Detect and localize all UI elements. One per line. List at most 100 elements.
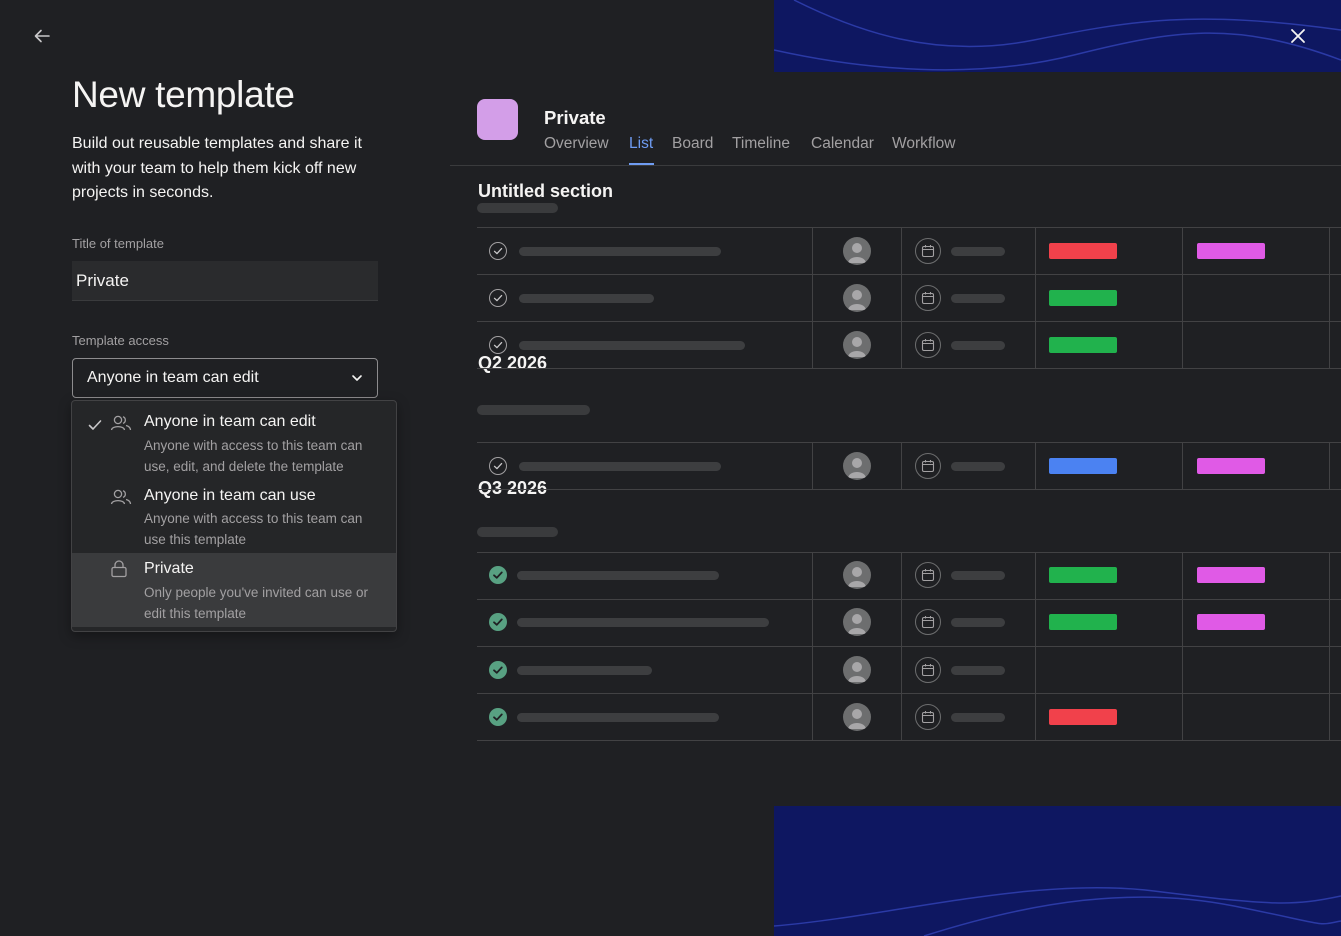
tag-green (1049, 614, 1117, 630)
tab-workflow[interactable]: Workflow (892, 135, 955, 153)
avatar-icon (843, 608, 871, 636)
tag-magenta (1197, 567, 1265, 583)
tab-board[interactable]: Board (672, 135, 713, 153)
task-incomplete-icon (489, 242, 507, 260)
section-title-untitled: Untitled section (478, 181, 614, 201)
people-icon (110, 415, 132, 431)
row-divider (477, 227, 1341, 228)
date-placeholder (951, 247, 1005, 256)
people-icon (110, 489, 132, 505)
task-incomplete-icon (489, 457, 507, 475)
calendar-icon (915, 332, 941, 358)
tag-magenta (1197, 458, 1265, 474)
back-button[interactable] (26, 20, 58, 52)
task-incomplete-icon (489, 336, 507, 354)
tag-green (1049, 290, 1117, 306)
tag-red (1049, 243, 1117, 259)
task-complete-icon (489, 613, 507, 631)
row-divider (477, 693, 1341, 694)
tab-list[interactable]: List (629, 135, 653, 153)
access-option-team-edit[interactable]: Anyone in team can edit Anyone with acce… (72, 401, 396, 479)
column-divider (812, 552, 813, 740)
access-select[interactable]: Anyone in team can edit (72, 358, 378, 398)
date-placeholder (951, 666, 1005, 675)
access-option-description: Anyone with access to this team can use,… (144, 438, 363, 474)
access-option-title: Private (144, 560, 194, 577)
row-divider (477, 740, 1341, 741)
access-option-description: Only people you've invited can use or ed… (144, 585, 368, 621)
row-divider (477, 599, 1341, 600)
access-option-private[interactable]: Private Only people you've invited can u… (72, 553, 396, 627)
calendar-icon (915, 657, 941, 683)
tab-timeline[interactable]: Timeline (732, 135, 790, 153)
access-option-title: Anyone in team can edit (144, 413, 316, 430)
access-option-description: Anyone with access to this team can use … (144, 511, 363, 547)
task-complete-icon (489, 708, 507, 726)
column-divider (901, 552, 902, 740)
section-placeholder (477, 405, 590, 415)
avatar-icon (843, 237, 871, 265)
title-field-label: Title of template (72, 236, 165, 251)
task-name-placeholder (517, 571, 719, 580)
calendar-icon (915, 609, 941, 635)
date-placeholder (951, 341, 1005, 350)
row-divider (477, 552, 1341, 553)
access-option-title: Anyone in team can use (144, 487, 316, 504)
column-divider (812, 442, 813, 489)
section-title-q2: Q2 2026 (478, 353, 548, 373)
page-title: New template (72, 74, 295, 115)
project-name: Private (544, 107, 606, 128)
task-complete-icon (489, 566, 507, 584)
column-divider (1329, 442, 1330, 489)
column-divider (1182, 552, 1183, 740)
task-name-placeholder (519, 294, 654, 303)
access-option-team-use[interactable]: Anyone in team can use Anyone with acces… (72, 479, 396, 553)
close-button[interactable] (1284, 22, 1312, 50)
tabs-divider (450, 165, 1341, 166)
calendar-icon (915, 453, 941, 479)
date-placeholder (951, 294, 1005, 303)
date-placeholder (951, 618, 1005, 627)
tag-blue (1049, 458, 1117, 474)
tag-green (1049, 337, 1117, 353)
checkmark-icon (88, 420, 102, 430)
column-divider (901, 227, 902, 368)
task-name-placeholder (519, 247, 721, 256)
title-input[interactable] (72, 261, 378, 301)
task-name-placeholder (519, 341, 745, 350)
avatar-icon (843, 703, 871, 731)
close-icon (1291, 29, 1305, 43)
page-description: Build out reusable templates and share i… (72, 135, 362, 201)
task-name-placeholder (517, 618, 769, 627)
tab-overview[interactable]: Overview (544, 135, 609, 153)
access-select-value: Anyone in team can edit (87, 369, 259, 386)
tab-calendar[interactable]: Calendar (811, 135, 874, 153)
column-divider (1182, 442, 1183, 489)
section-placeholder (477, 527, 558, 537)
avatar-icon (843, 561, 871, 589)
decorative-banner-bottom (774, 806, 1341, 936)
section-placeholder (477, 203, 558, 213)
avatar-icon (843, 284, 871, 312)
tag-magenta (1197, 614, 1265, 630)
date-placeholder (951, 713, 1005, 722)
task-complete-icon (489, 661, 507, 679)
avatar-icon (843, 452, 871, 480)
tag-red (1049, 709, 1117, 725)
arrow-left-icon (34, 29, 50, 43)
task-name-placeholder (519, 462, 721, 471)
column-divider (1182, 227, 1183, 368)
task-name-placeholder (517, 666, 652, 675)
task-incomplete-icon (489, 289, 507, 307)
date-placeholder (951, 571, 1005, 580)
project-icon (477, 99, 518, 140)
column-divider (1035, 442, 1036, 489)
access-dropdown-menu: Anyone in team can edit Anyone with acce… (71, 400, 397, 632)
tag-magenta (1197, 243, 1265, 259)
column-divider (1035, 552, 1036, 740)
column-divider (1329, 227, 1330, 368)
calendar-icon (915, 704, 941, 730)
row-divider (477, 442, 1341, 443)
calendar-icon (915, 238, 941, 264)
tag-green (1049, 567, 1117, 583)
